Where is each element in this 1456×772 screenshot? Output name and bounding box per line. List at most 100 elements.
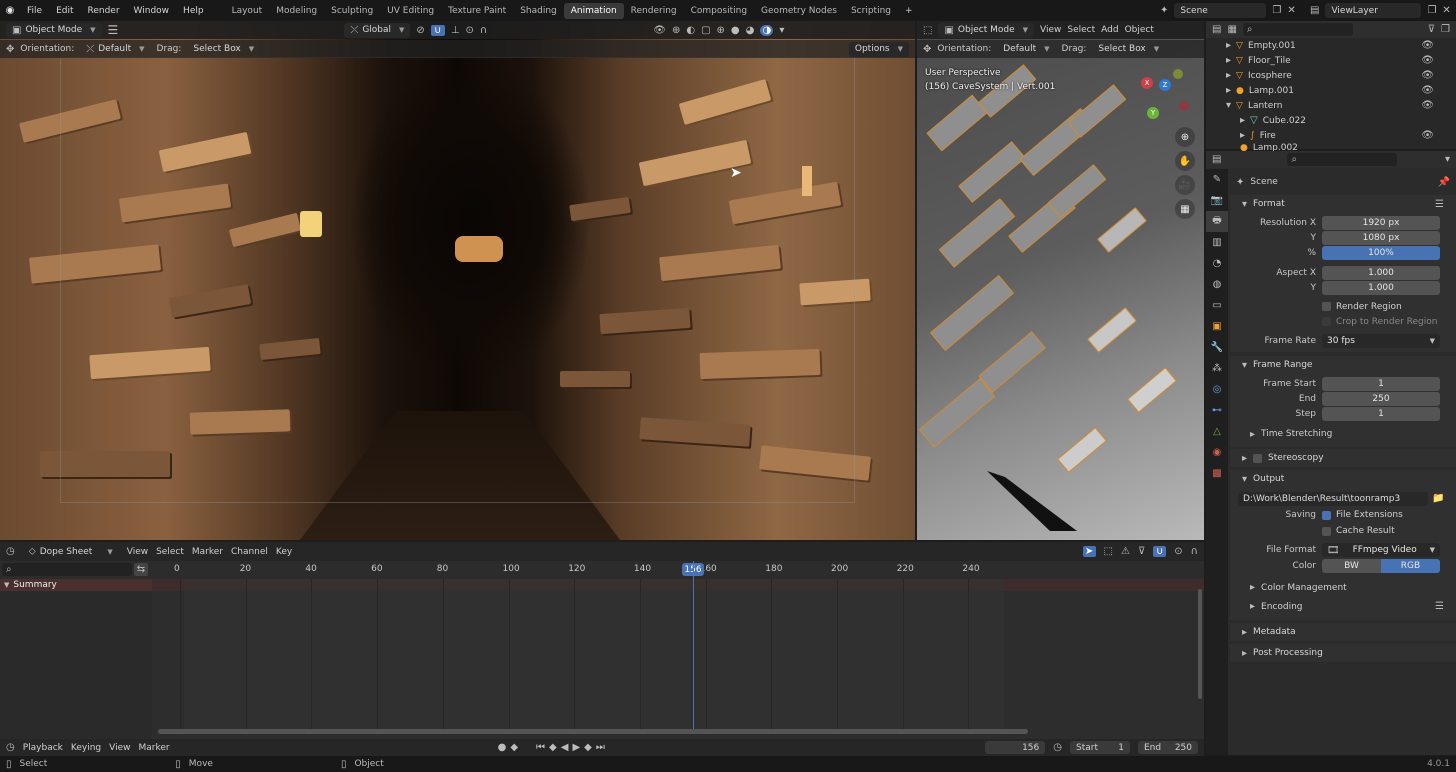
right-menu-view[interactable]: View: [1040, 25, 1061, 35]
orientation-dropdown[interactable]: ⤬ Default ▼: [80, 42, 150, 57]
keyframe-area[interactable]: [152, 561, 1204, 739]
current-frame-field[interactable]: 156: [985, 741, 1046, 754]
pin-icon[interactable]: 📌: [1438, 177, 1450, 188]
options-dropdown[interactable]: Options ▼: [848, 41, 909, 57]
transform-orientation-dropdown[interactable]: ⤬ Global ▼: [344, 22, 411, 38]
perspective-grid-icon[interactable]: ▦: [1175, 199, 1195, 219]
right-mode-dropdown[interactable]: ▣ Object Mode ▼: [938, 22, 1034, 38]
menu-edit[interactable]: Edit: [49, 6, 80, 16]
swap-arrows-icon[interactable]: ⇆: [134, 563, 148, 576]
expand-icon[interactable]: ▸: [1240, 115, 1245, 126]
file-format-dropdown[interactable]: 🎞 FFmpeg Video ▼: [1322, 543, 1440, 557]
neg-x-axis-icon[interactable]: [1179, 101, 1189, 111]
crop-row[interactable]: Crop to Render Region: [1230, 314, 1456, 329]
z-axis-icon[interactable]: Z: [1159, 79, 1171, 91]
tab-scripting[interactable]: Scripting: [844, 3, 898, 19]
menu-file[interactable]: File: [20, 6, 49, 16]
hamburger-menu-icon[interactable]: ☰: [108, 23, 119, 37]
channel-search-input[interactable]: ⌕: [2, 563, 132, 576]
res-x-field[interactable]: 1920 px: [1322, 215, 1440, 230]
collapse-icon[interactable]: ▾: [1226, 100, 1231, 111]
visibility-toggle-icon[interactable]: 👁: [1421, 100, 1434, 111]
format-panel-header[interactable]: ▾ Format ☰: [1230, 195, 1456, 213]
time-stretching-header[interactable]: ▸ Time Stretching: [1230, 425, 1456, 443]
tab-sculpting[interactable]: Sculpting: [324, 3, 380, 19]
texture-tab-icon[interactable]: ▩: [1206, 463, 1228, 484]
xray-icon[interactable]: ▢: [701, 25, 710, 36]
presets-icon[interactable]: ☰: [1435, 199, 1444, 210]
horizontal-scrollbar[interactable]: [158, 729, 1028, 734]
cache-result-checkbox[interactable]: [1322, 526, 1331, 536]
tab-animation[interactable]: Animation: [563, 2, 624, 19]
tool-tab-icon[interactable]: ✎: [1206, 169, 1228, 190]
world-tab-icon[interactable]: ◍: [1206, 274, 1228, 295]
dope-menu-channel[interactable]: Channel: [231, 547, 268, 557]
crop-checkbox[interactable]: [1322, 317, 1331, 326]
right-menu-select[interactable]: Select: [1067, 25, 1095, 35]
tab-layout[interactable]: Layout: [225, 3, 270, 19]
metadata-panel-header[interactable]: ▸ Metadata: [1230, 623, 1456, 641]
add-workspace-icon[interactable]: +: [898, 3, 920, 19]
timeline-menu-keying[interactable]: Keying: [71, 743, 101, 753]
pan-hand-icon[interactable]: ✋: [1175, 151, 1195, 171]
dope-falloff-icon[interactable]: ∩: [1191, 546, 1198, 557]
tab-modeling[interactable]: Modeling: [269, 3, 324, 19]
outliner-item-lantern[interactable]: ▾ ▽ Lantern 👁: [1206, 98, 1456, 113]
dope-proportional-icon[interactable]: ⊙: [1174, 546, 1182, 557]
outliner-item-lamp-001[interactable]: ▸ ● Lamp.001 👁: [1206, 83, 1456, 98]
properties-search-input[interactable]: ⌕: [1287, 153, 1398, 166]
move-tool-icon[interactable]: ✥: [6, 44, 14, 55]
expand-icon[interactable]: ▸: [1226, 70, 1231, 81]
prev-keyframe-icon[interactable]: ◆: [549, 742, 557, 753]
stereoscopy-panel-header[interactable]: ▸ Stereoscopy: [1230, 449, 1456, 467]
dope-menu-view[interactable]: View: [127, 547, 148, 557]
blender-logo-icon[interactable]: ◉: [0, 5, 20, 16]
end-frame-field[interactable]: End 250: [1138, 741, 1198, 754]
visibility-toggle-icon[interactable]: 👁: [1421, 40, 1434, 51]
collapse-icon[interactable]: ▼: [4, 581, 9, 589]
camera-view-icon[interactable]: 🎥: [1175, 175, 1195, 195]
post-processing-panel-header[interactable]: ▸ Post Processing: [1230, 644, 1456, 662]
view-layer-field[interactable]: ViewLayer: [1325, 3, 1422, 18]
y-axis-icon[interactable]: Y: [1147, 107, 1159, 119]
res-y-field[interactable]: 1080 px: [1322, 230, 1440, 245]
expand-icon[interactable]: ▸: [1226, 40, 1231, 51]
properties-editor-icon[interactable]: ▤: [1212, 154, 1221, 165]
frame-ruler[interactable]: ⌕ ⇆ 020406080100120140160180200220240 15…: [0, 561, 1204, 579]
res-pct-slider[interactable]: 100%: [1322, 245, 1440, 260]
visibility-toggle-icon[interactable]: 👁: [1421, 70, 1434, 81]
solid-shading-icon[interactable]: ●: [731, 25, 740, 36]
dope-menu-marker[interactable]: Marker: [192, 547, 223, 557]
outliner-editor-icon[interactable]: ▤: [1212, 24, 1221, 35]
physics-tab-icon[interactable]: ◎: [1206, 379, 1228, 400]
timeline-menu-view[interactable]: View: [109, 743, 130, 753]
snap-icon[interactable]: ∪: [430, 24, 445, 36]
tab-rendering[interactable]: Rendering: [624, 3, 684, 19]
menu-render[interactable]: Render: [81, 6, 127, 16]
rendered-shading-icon[interactable]: ◑: [760, 24, 774, 36]
color-bw-button[interactable]: BW: [1322, 559, 1381, 573]
scene-field[interactable]: Scene: [1174, 3, 1267, 18]
dope-menu-select[interactable]: Select: [156, 547, 184, 557]
drag-dropdown[interactable]: Select Box ▼: [187, 42, 260, 57]
right-menu-object[interactable]: Object: [1125, 25, 1154, 35]
only-selected-icon[interactable]: ➤: [1082, 546, 1096, 557]
new-collection-icon[interactable]: ❐: [1441, 24, 1450, 35]
right-move-tool-icon[interactable]: ✥: [923, 44, 931, 55]
pivot-icon[interactable]: ⊘: [416, 25, 424, 36]
frame-step-field[interactable]: 1: [1322, 406, 1440, 421]
particles-tab-icon[interactable]: ⁂: [1206, 358, 1228, 379]
keying-set-icon[interactable]: ◆: [510, 742, 518, 753]
perspective-viewport[interactable]: ⬚ ▣ Object Mode ▼ View Select Add Object ✥…: [917, 21, 1204, 540]
encoding-presets-icon[interactable]: ☰: [1435, 601, 1444, 612]
outliner-item-empty[interactable]: ▸ ▽ Empty.001 👁: [1206, 38, 1456, 53]
render-region-checkbox[interactable]: [1322, 302, 1331, 311]
jump-start-icon[interactable]: ⏮: [536, 742, 545, 753]
delete-view-layer-icon[interactable]: ✕: [1442, 5, 1450, 16]
modifier-tab-icon[interactable]: 🔧: [1206, 337, 1228, 358]
right-menu-add[interactable]: Add: [1101, 25, 1118, 35]
menu-help[interactable]: Help: [176, 6, 211, 16]
summary-channel[interactable]: ▼ Summary: [0, 579, 152, 591]
output-panel-header[interactable]: ▾ Output: [1230, 470, 1456, 488]
falloff-icon[interactable]: ∩: [480, 25, 487, 36]
